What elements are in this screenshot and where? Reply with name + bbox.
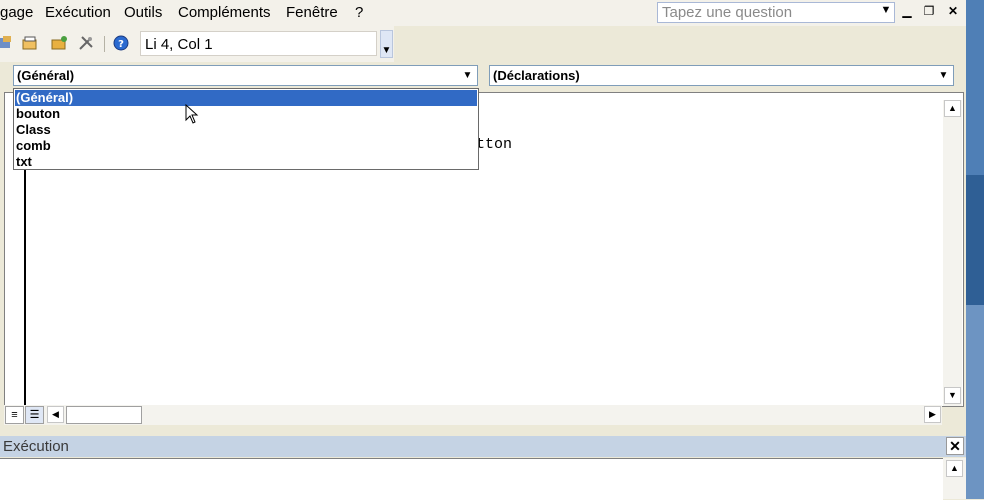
- ask-question-input[interactable]: Tapez une question: [657, 2, 895, 23]
- menu-outils[interactable]: Outils: [124, 4, 162, 21]
- dropdown-item-bouton[interactable]: bouton: [15, 106, 477, 122]
- dropdown-item-comb[interactable]: comb: [15, 138, 477, 154]
- code-horizontal-scrollbar[interactable]: [4, 405, 942, 425]
- minimize-icon[interactable]: ▁: [898, 4, 916, 20]
- toolbar-separator: [104, 36, 105, 52]
- procedure-view-icon[interactable]: ≡: [5, 406, 24, 424]
- horizontal-scroll-thumb[interactable]: [66, 406, 142, 424]
- menu-complements[interactable]: Compléments: [178, 4, 271, 21]
- execution-pane-titlebar: Exécution: [0, 436, 966, 457]
- object-combo-value: (Général): [17, 68, 75, 83]
- scroll-right-icon[interactable]: ▶: [924, 406, 941, 423]
- window-edge: [966, 0, 984, 499]
- full-module-view-icon[interactable]: ☰: [25, 406, 44, 424]
- chevron-down-icon[interactable]: ▼: [936, 68, 951, 83]
- dropdown-item-txt[interactable]: txt: [15, 154, 477, 170]
- procedure-combo-value: (Déclarations): [493, 68, 580, 83]
- help-icon[interactable]: ?: [113, 35, 129, 51]
- chevron-down-icon[interactable]: ▼: [460, 68, 475, 83]
- scroll-left-icon[interactable]: ◀: [47, 406, 64, 423]
- object-combo[interactable]: (Général) ▼: [13, 65, 478, 86]
- toolbox-icon[interactable]: [78, 35, 94, 51]
- code-vertical-scrollbar[interactable]: ▲ ▼: [943, 100, 962, 406]
- ask-question-placeholder: Tapez une question: [662, 4, 793, 21]
- project-explorer-icon[interactable]: [0, 35, 16, 51]
- menu-execution[interactable]: Exécution: [45, 4, 111, 21]
- menu-help[interactable]: ?: [355, 4, 363, 21]
- object-browser-icon[interactable]: [51, 35, 67, 51]
- cursor-position-text: Li 4, Col 1: [145, 36, 213, 53]
- object-dropdown-list: (Général) bouton Class comb txt: [13, 88, 479, 170]
- execution-vertical-scrollbar[interactable]: ▲: [943, 458, 966, 499]
- mouse-cursor-icon: [185, 103, 199, 127]
- dropdown-item-general[interactable]: (Général): [15, 90, 477, 106]
- restore-icon[interactable]: ❐: [920, 4, 938, 20]
- scroll-up-icon[interactable]: ▲: [944, 100, 961, 117]
- close-icon[interactable]: ✕: [944, 4, 962, 20]
- execution-pane-editor[interactable]: [0, 458, 943, 500]
- svg-text:?: ?: [118, 39, 124, 50]
- cursor-position-box: Li 4, Col 1: [140, 31, 377, 56]
- menu-fenetre[interactable]: Fenêtre: [286, 4, 338, 21]
- execution-pane-title: Exécution: [3, 438, 69, 455]
- scroll-up-icon[interactable]: ▲: [946, 460, 963, 477]
- properties-icon[interactable]: [22, 35, 38, 51]
- menu-debogage[interactable]: gage: [0, 4, 33, 21]
- toolbar-options-icon[interactable]: ▼: [380, 30, 393, 58]
- chevron-down-icon[interactable]: ▼: [879, 4, 893, 20]
- procedure-combo[interactable]: (Déclarations) ▼: [489, 65, 954, 86]
- scroll-down-icon[interactable]: ▼: [944, 387, 961, 404]
- close-icon[interactable]: ✕: [946, 437, 964, 455]
- dropdown-item-class[interactable]: Class: [15, 122, 477, 138]
